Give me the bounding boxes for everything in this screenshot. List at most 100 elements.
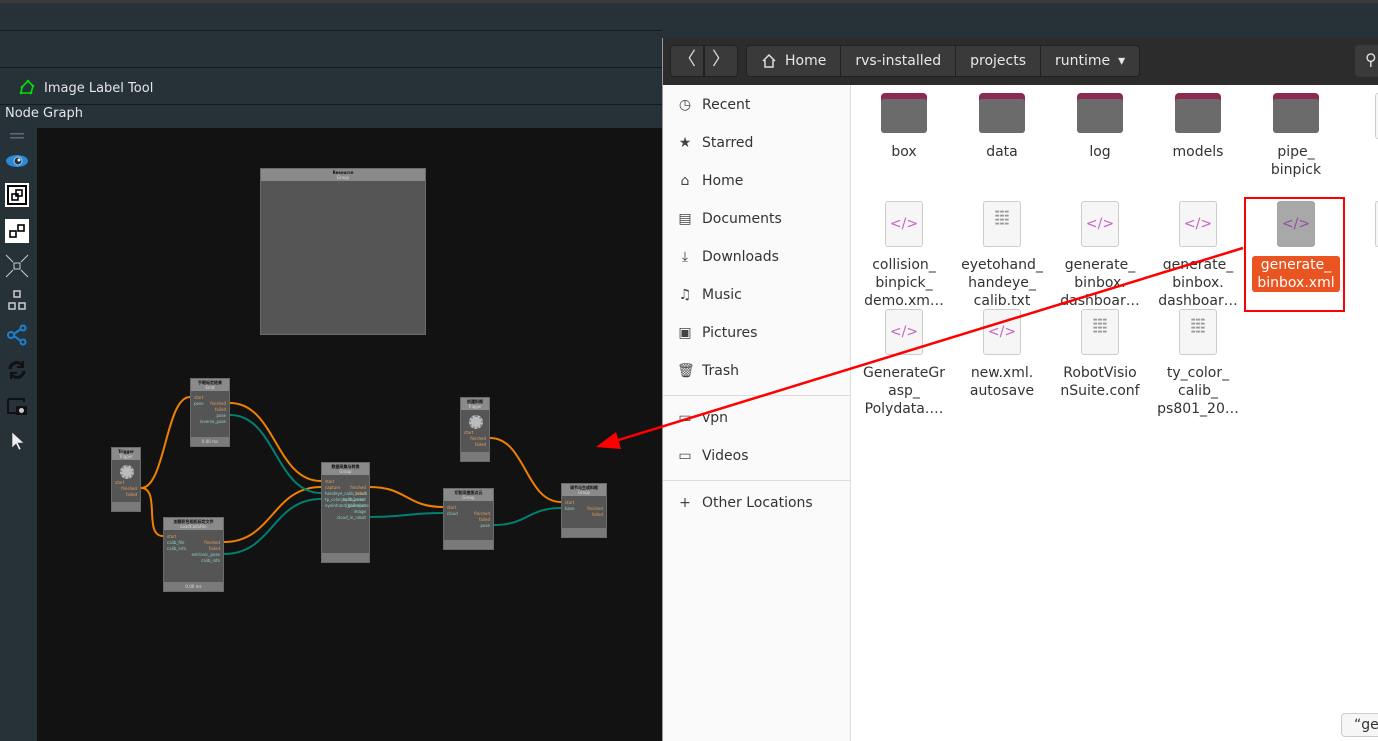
output-port[interactable]: finished [474, 511, 490, 516]
file-item[interactable]: </> generate_ binbox. dashboar… [1151, 201, 1245, 310]
input-port[interactable]: start [115, 480, 124, 485]
sidebar-item-other-locations[interactable]: + Other Locations [677, 495, 813, 511]
output-port[interactable]: pose [216, 413, 226, 418]
output-port[interactable]: cloud_in_robot [337, 515, 366, 520]
output-port[interactable]: depth2robot [341, 497, 366, 502]
folder-item[interactable]: pipe_ binpick [1249, 93, 1343, 179]
graph-node[interactable]: Resource Group [260, 168, 426, 335]
connect-icon[interactable] [5, 323, 29, 347]
breadcrumb-runtime[interactable]: runtime ▾ [1041, 46, 1139, 76]
graph-node[interactable]: 创建料框 Trigger start finished failed [460, 397, 490, 462]
output-port[interactable]: failed [592, 512, 603, 517]
node-header: 数据采集与转换 Group [322, 463, 369, 475]
graph-node[interactable]: 数据采集与转换 Group start capture handeye_calib_re… [321, 462, 370, 563]
output-port[interactable]: finished [470, 436, 486, 441]
breadcrumb-projects[interactable]: projects [956, 46, 1042, 76]
breadcrumb-home[interactable]: Home [747, 46, 842, 76]
input-port[interactable]: start [194, 395, 203, 400]
output-port[interactable]: failed [479, 517, 490, 522]
output-port[interactable]: failed [126, 492, 137, 497]
input-port[interactable]: cloud [447, 511, 458, 516]
output-port[interactable]: failed [209, 546, 220, 551]
search-button[interactable]: ⚲ [1355, 45, 1378, 77]
output-port[interactable]: finished [204, 540, 220, 545]
ungroup-icon[interactable] [5, 219, 29, 243]
output-port[interactable]: pose [480, 523, 490, 528]
input-port[interactable]: start [565, 500, 574, 505]
input-port[interactable]: base [565, 506, 575, 511]
file-item[interactable]: ▬▬▬ ▬▬▬ ▬▬▬ ▬▬▬ eyetohand_ handeye_ calib.tx… [955, 201, 1049, 310]
input-port[interactable]: calib_info [167, 546, 186, 551]
input-port[interactable]: start [464, 430, 473, 435]
output-port[interactable]: extrinsic_pose [191, 552, 220, 557]
folder-item[interactable]: data [955, 93, 1049, 161]
output-port[interactable]: failed [355, 491, 366, 496]
output-port[interactable]: image [354, 509, 366, 514]
node-graph-canvas[interactable]: Resource Group Trigger Trigger start finished… [37, 128, 662, 741]
output-port[interactable]: finished [210, 401, 226, 406]
eye-icon[interactable] [5, 149, 29, 173]
group-select-icon[interactable] [5, 183, 29, 207]
sidebar-item-home[interactable]: ⌂ Home [677, 173, 744, 189]
sidebar-item-pictures[interactable]: ▣ Pictures [677, 325, 757, 341]
trigger-icon[interactable] [120, 465, 134, 479]
output-port[interactable]: finished [587, 506, 603, 511]
folder-item[interactable]: box [857, 93, 951, 161]
file-item[interactable]: </>Ger asp das [1347, 201, 1378, 310]
file-item[interactable]: </>co bi der [1347, 93, 1378, 202]
folder-item[interactable]: models [1151, 93, 1245, 161]
file-item[interactable]: </> generate_ binbox. dashboar… [1053, 201, 1147, 310]
file-item[interactable]: </> new.xml. autosave [955, 309, 1049, 400]
star-icon: ★ [678, 135, 692, 151]
file-item[interactable]: </> collision_ binpick_ demo.xm… [857, 201, 951, 310]
menu-handle-icon[interactable] [5, 130, 29, 142]
sidebar-item-trash[interactable]: 🗑 Trash [677, 363, 739, 379]
output-port[interactable]: calib_info [201, 558, 220, 563]
layout-icon[interactable] [5, 289, 29, 313]
chevron-down-icon[interactable]: ▾ [1118, 46, 1125, 76]
folder-item[interactable]: log [1053, 93, 1147, 161]
sidebar-item-starred[interactable]: ★ Starred [677, 135, 754, 151]
sidebar-item-recent[interactable]: ◷ Recent [677, 97, 751, 113]
graph-node[interactable]: 切割深度图点云 Group start cloud finished failed pose [443, 488, 494, 550]
file-manager-window: 〈 〉 Home rvs-installed projects runtime ▾… [662, 38, 1378, 741]
pointer-icon[interactable] [5, 429, 29, 453]
file-item[interactable]: ▬▬▬ ▬▬▬ ▬▬▬ ▬▬▬ ty_color_ calib_ ps801_20… [1151, 309, 1245, 418]
output-port[interactable]: failed [215, 407, 226, 412]
input-port[interactable]: calib_file [167, 540, 185, 545]
output-port[interactable]: failed [475, 442, 486, 447]
output-port[interactable]: inverse_pose [200, 419, 226, 424]
back-button[interactable]: 〈 [670, 45, 704, 77]
file-item[interactable]: ▬▬▬ ▬▬▬ ▬▬▬ ▬▬▬ RobotVisio nSuite.conf [1053, 309, 1147, 400]
file-item[interactable]: </> GenerateGr asp_ Polydata.… [857, 309, 951, 418]
input-port[interactable]: pose [194, 401, 204, 406]
input-port[interactable]: start [167, 534, 176, 539]
sidebar-item-documents[interactable]: ▤ Documents [677, 211, 781, 227]
breadcrumb-rvs-installed[interactable]: rvs-installed [841, 46, 957, 76]
node-footer [444, 540, 493, 549]
graph-node[interactable]: 手眼标定结果 Emit start pose finished failed pose inv… [190, 378, 230, 447]
graph-node[interactable]: Trigger Trigger start finished failed [111, 447, 141, 512]
output-port[interactable]: finished [121, 486, 137, 491]
image-label-tool-button[interactable]: Image Label Tool [16, 75, 153, 101]
sidebar-item-vpn[interactable]: ▭ vpn [677, 410, 728, 426]
output-port[interactable]: rgb2robot [346, 503, 366, 508]
output-port[interactable]: finished [350, 485, 366, 490]
screenshot-icon[interactable] [5, 394, 29, 418]
sidebar-item-videos[interactable]: ▭ Videos [677, 448, 748, 464]
node-type: Trigger [468, 404, 482, 409]
graph-node[interactable]: 加载彩色相机标定文件 LoadCalibFile start calib_file ca… [163, 517, 224, 592]
input-port[interactable]: start [447, 505, 456, 510]
node-header: 手眼标定结果 Emit [191, 379, 229, 391]
folder-icon [1273, 93, 1319, 133]
sidebar-item-label: Home [702, 173, 744, 189]
input-port[interactable]: capture [325, 485, 340, 490]
graph-node[interactable]: 调节与生成料框 Group start base finished failed [561, 483, 607, 538]
sidebar-item-downloads[interactable]: ⤓ Downloads [677, 249, 779, 265]
forward-button[interactable]: 〉 [704, 45, 738, 77]
input-port[interactable]: start [325, 479, 334, 484]
trigger-icon[interactable] [469, 415, 483, 429]
sidebar-item-music[interactable]: ♫ Music [677, 287, 742, 303]
refresh-icon[interactable] [5, 358, 29, 382]
collapse-icon[interactable] [5, 254, 29, 278]
